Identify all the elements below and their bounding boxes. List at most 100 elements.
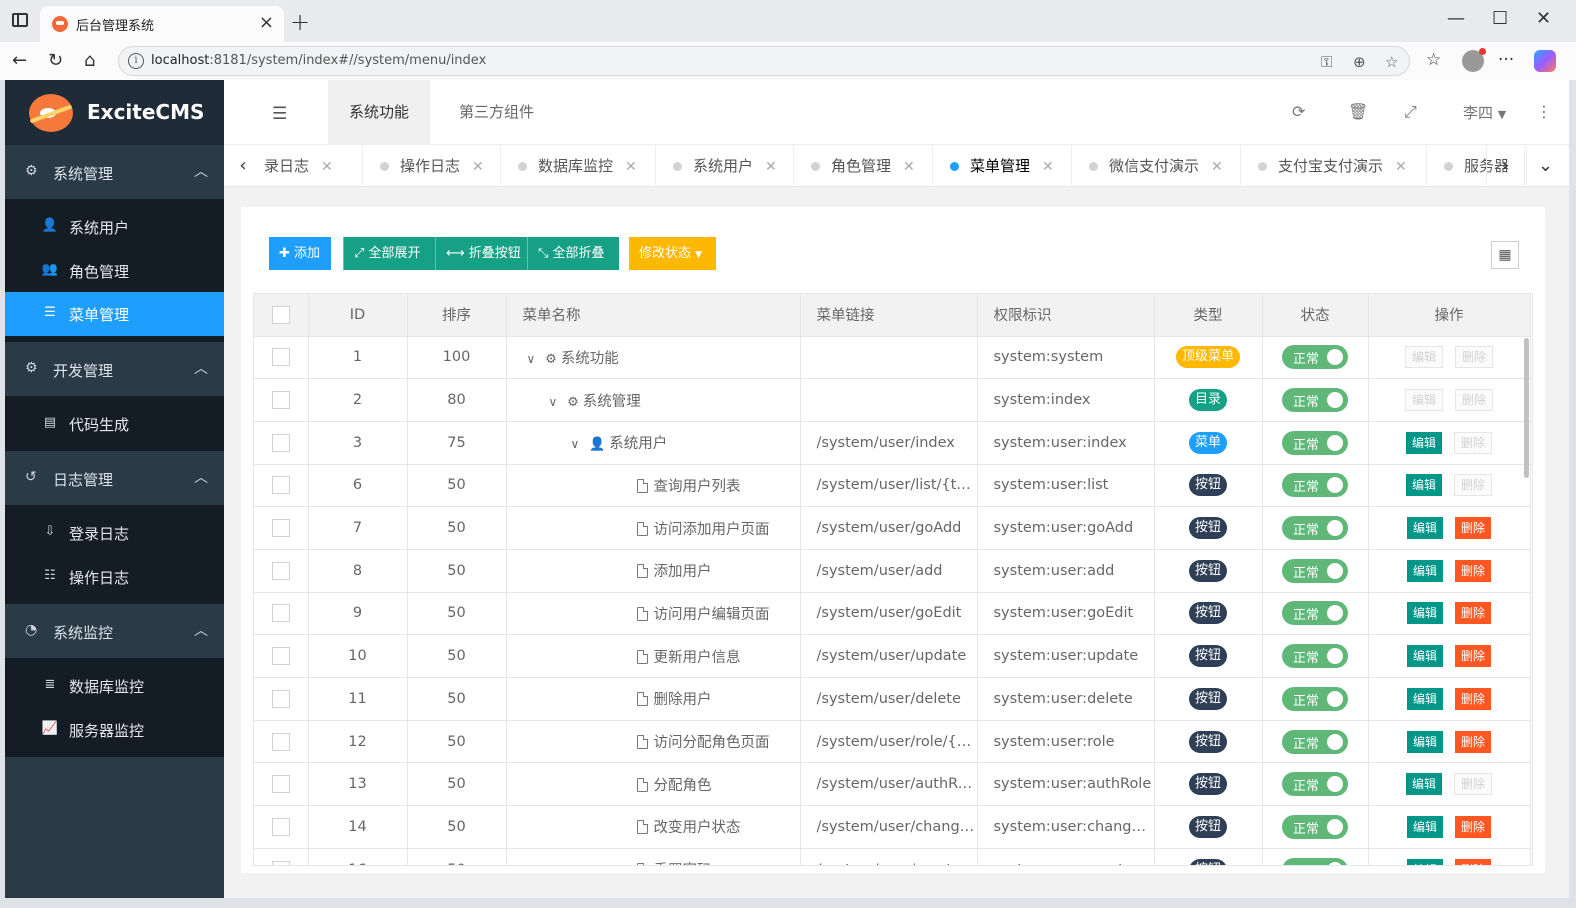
- table-row[interactable]: 11 50 删除用户/system/user/delete system:user:d…: [254, 677, 1531, 721]
- status-switch[interactable]: 正常: [1282, 644, 1348, 669]
- table-scrollbar[interactable]: [1524, 338, 1529, 478]
- sidebar-item[interactable]: 👥 角色管理: [5, 249, 224, 293]
- row-checkbox[interactable]: [271, 348, 290, 367]
- page-tab[interactable]: 操作日志 ✕: [363, 145, 501, 187]
- close-tab-icon[interactable]: ✕: [472, 159, 484, 175]
- header-tab-system[interactable]: 系统功能: [328, 80, 431, 145]
- page-tab[interactable]: 角色管理 ✕: [794, 145, 933, 187]
- delete-button[interactable]: 删除: [1455, 730, 1492, 753]
- fold-button-toggle[interactable]: ⟷ 折叠按钮: [435, 237, 527, 270]
- row-checkbox[interactable]: [271, 604, 290, 623]
- close-tab-icon[interactable]: ✕: [1395, 159, 1407, 175]
- status-switch[interactable]: 正常: [1282, 516, 1348, 541]
- close-tab-icon[interactable]: ✕: [625, 159, 637, 175]
- clear-cache-icon[interactable]: 🗑: [1348, 102, 1368, 121]
- table-row[interactable]: 13 50 分配角色/system/user/authRole system:user…: [254, 762, 1531, 807]
- favorite-star-icon[interactable]: ☆: [1385, 53, 1398, 71]
- reload-icon[interactable]: ↻: [48, 50, 63, 71]
- page-tab[interactable]: 微信支付演示 ✕: [1072, 145, 1241, 187]
- col-link[interactable]: 菜单链接: [800, 294, 978, 337]
- status-switch[interactable]: 正常: [1282, 686, 1348, 711]
- chevron-down-icon[interactable]: ∨: [549, 395, 563, 409]
- tabs-menu-chevron-icon[interactable]: ⌄: [1526, 145, 1564, 187]
- close-tab-icon[interactable]: ✕: [1211, 159, 1223, 175]
- table-row[interactable]: 1450 改变用户状态/system/user/changeStatussyste…: [254, 805, 1531, 849]
- row-checkbox[interactable]: [271, 860, 290, 865]
- col-status[interactable]: 状态: [1262, 294, 1369, 337]
- chevron-down-icon[interactable]: ∨: [571, 437, 585, 451]
- expand-all-button[interactable]: ⤢ 全部展开: [343, 237, 435, 270]
- sidebar-item[interactable]: ⇩ 登录日志: [5, 511, 224, 555]
- table-row[interactable]: 9 50 访问用户编辑页面/system/user/goEdit system:use…: [254, 592, 1531, 636]
- table-row[interactable]: 1 100 ∨ ⚙ 系统功能 system:system 顶级菜单 正常 编辑 删除: [254, 336, 1531, 380]
- edit-button[interactable]: 编辑: [1406, 730, 1443, 753]
- refresh-icon[interactable]: ⟳: [1292, 102, 1305, 121]
- page-tab[interactable]: 数据库监控 ✕: [501, 145, 656, 187]
- table-row[interactable]: 7 50 访问添加用户页面/system/user/goAdd system:user…: [254, 506, 1531, 550]
- edit-button[interactable]: 编辑: [1406, 815, 1443, 838]
- row-checkbox[interactable]: [271, 817, 290, 836]
- status-switch[interactable]: 正常: [1282, 857, 1348, 865]
- delete-button[interactable]: 删除: [1455, 645, 1492, 668]
- row-checkbox[interactable]: [271, 775, 290, 794]
- table-row[interactable]: 10 50 更新用户信息/system/user/update system:user…: [254, 634, 1531, 678]
- sidebar-item[interactable]: ≣ 数据库监控: [5, 664, 224, 708]
- page-tab[interactable]: 菜单管理 ✕: [933, 145, 1072, 187]
- window-close-icon[interactable]: ✕: [1536, 8, 1551, 29]
- edit-button[interactable]: 编辑: [1404, 346, 1443, 369]
- tabs-scroll-left-icon[interactable]: ‹: [224, 145, 262, 187]
- logo[interactable]: ExciteCMS: [5, 80, 224, 145]
- delete-button[interactable]: 删除: [1455, 346, 1494, 369]
- row-checkbox[interactable]: [271, 391, 290, 410]
- browser-tab[interactable]: 后台管理系统 ×: [40, 6, 284, 42]
- status-switch[interactable]: 正常: [1282, 430, 1348, 455]
- edit-button[interactable]: 编辑: [1406, 517, 1443, 540]
- new-tab-icon[interactable]: +: [290, 8, 310, 36]
- column-filter-icon[interactable]: ▦: [1491, 241, 1519, 269]
- delete-button[interactable]: 删除: [1454, 773, 1493, 796]
- sidebar-item[interactable]: 📈 服务器监控: [5, 708, 224, 752]
- collapse-all-button[interactable]: ⤡ 全部折叠: [527, 237, 619, 270]
- copilot-icon[interactable]: [1534, 50, 1556, 72]
- delete-button[interactable]: 删除: [1455, 602, 1492, 625]
- chevron-down-icon[interactable]: ∨: [527, 352, 541, 366]
- edit-button[interactable]: 编辑: [1406, 602, 1443, 625]
- tabs-scroll-right-icon[interactable]: ›: [1486, 145, 1524, 187]
- edit-button[interactable]: 编辑: [1406, 645, 1443, 668]
- select-all-checkbox[interactable]: [271, 305, 290, 324]
- key-icon[interactable]: ⚿: [1321, 53, 1332, 71]
- status-switch[interactable]: 正常: [1282, 601, 1348, 626]
- edit-button[interactable]: 编辑: [1405, 773, 1442, 796]
- status-switch[interactable]: 正常: [1282, 388, 1348, 413]
- delete-button[interactable]: 删除: [1455, 389, 1494, 412]
- edit-button[interactable]: 编辑: [1406, 858, 1443, 865]
- status-switch[interactable]: 正常: [1282, 345, 1348, 370]
- delete-button[interactable]: 删除: [1454, 474, 1493, 497]
- row-checkbox[interactable]: [271, 561, 290, 580]
- col-type[interactable]: 类型: [1154, 294, 1263, 337]
- sidebar-group-header[interactable]: ◔ 系统监控 ︿: [5, 604, 224, 658]
- sidebar-item[interactable]: ☰ 菜单管理: [5, 292, 224, 336]
- delete-button[interactable]: 删除: [1455, 559, 1492, 582]
- fullscreen-icon[interactable]: ⤢: [1404, 102, 1417, 122]
- delete-button[interactable]: 删除: [1454, 431, 1493, 454]
- table-row[interactable]: 8 50 添加用户/system/user/add system:user:add 按钮…: [254, 549, 1531, 593]
- user-menu[interactable]: 李四 ▼: [1463, 102, 1506, 123]
- close-tab-icon[interactable]: ✕: [903, 159, 915, 175]
- home-icon[interactable]: ⌂: [84, 50, 95, 71]
- delete-button[interactable]: 删除: [1455, 815, 1492, 838]
- sidebar-item[interactable]: ☷ 操作日志: [5, 555, 224, 599]
- page-tab[interactable]: 支付宝支付演示 ✕: [1241, 145, 1427, 187]
- status-switch[interactable]: 正常: [1282, 729, 1348, 754]
- table-row[interactable]: 1250 访问分配角色页面/system/user/role/{userId}sy…: [254, 720, 1531, 764]
- col-permission[interactable]: 权限标识: [977, 294, 1155, 337]
- sidebar-item[interactable]: ▤ 代码生成: [5, 402, 224, 446]
- status-switch[interactable]: 正常: [1282, 814, 1348, 839]
- status-switch[interactable]: 正常: [1282, 473, 1348, 498]
- back-icon[interactable]: ←: [12, 50, 27, 71]
- edit-button[interactable]: 编辑: [1404, 389, 1443, 412]
- close-tab-icon[interactable]: ✕: [321, 159, 333, 175]
- table-row[interactable]: 2 80 ∨ ⚙ 系统管理 system:index 目录 正常 编辑 删除: [254, 378, 1531, 422]
- col-id[interactable]: ID: [308, 294, 408, 337]
- row-checkbox[interactable]: [271, 689, 290, 708]
